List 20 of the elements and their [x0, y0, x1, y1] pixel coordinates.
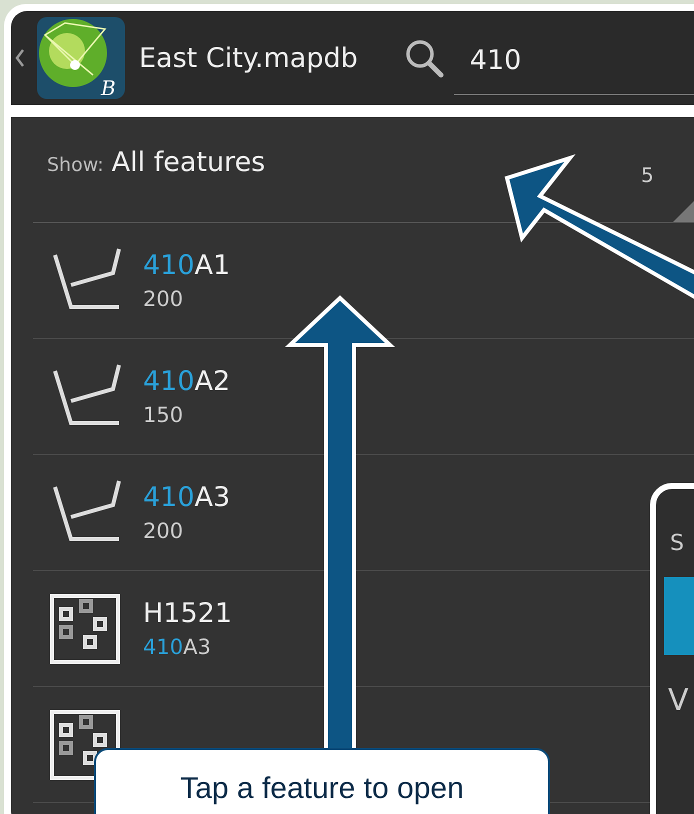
second-screen-label: S [669, 530, 685, 558]
feature-name: 410A3 [143, 482, 230, 513]
filter-value: All features [112, 147, 266, 178]
callout-text: Tap a feature to open [180, 772, 464, 807]
filter-label: Show: [47, 154, 104, 176]
parcel-icon [49, 592, 121, 664]
feature-detail: 410A3 [143, 635, 212, 659]
second-screen-item: V [667, 682, 690, 718]
back-icon[interactable] [15, 48, 25, 68]
search-field[interactable]: 410 [454, 39, 694, 95]
feature-name: 410A2 [143, 366, 230, 397]
search-icon[interactable] [404, 38, 444, 78]
database-title: East City.mapdb [139, 42, 358, 74]
feature-name: 410A1 [143, 250, 230, 281]
feature-detail: 200 [143, 287, 184, 311]
feature-name: H1521 [143, 598, 232, 629]
result-count: 5 [641, 163, 654, 187]
feature-detail: 150 [143, 403, 184, 427]
dropdown-corner-icon [673, 200, 694, 222]
feature-detail: 200 [143, 519, 184, 543]
